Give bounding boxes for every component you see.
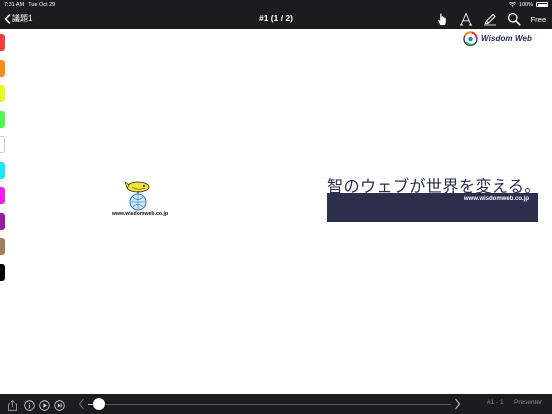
color-swatch[interactable] [0, 110, 5, 128]
brand-name: Wisdom Web [481, 33, 533, 43]
info-button[interactable] [24, 398, 35, 411]
play-button[interactable] [39, 398, 50, 411]
brand-logo: Wisdom Web [463, 29, 543, 47]
color-palette [0, 34, 5, 289]
zoom-icon [507, 12, 521, 26]
slide-canvas[interactable]: Wisdom Web www.wisdomweb.co.jp 智のウェブが世界を… [0, 29, 552, 394]
highlighter-icon [483, 13, 496, 26]
color-swatch[interactable] [0, 34, 5, 51]
nav-bar: 議題1 #1 (1 / 2) Free [0, 9, 552, 29]
color-swatch[interactable] [0, 136, 5, 153]
chevron-right-icon[interactable] [454, 398, 461, 410]
nav-toolbar: Free [435, 11, 546, 27]
wifi-icon [508, 2, 516, 7]
presenter-button[interactable]: Presenter [514, 399, 542, 406]
banner-url: www.wisdomweb.co.jp [463, 196, 529, 202]
pointer-tool-button[interactable] [435, 12, 449, 26]
color-swatch[interactable] [0, 161, 5, 179]
info-icon [24, 400, 35, 411]
bottom-toolbar: #1 - 1 Presenter [0, 394, 552, 414]
status-date: Tue Oct 29 [28, 1, 56, 8]
chevron-left-icon [4, 13, 11, 24]
chevron-left-icon[interactable] [78, 398, 85, 410]
status-bar: 7:31 AM Tue Oct 29 100% [0, 0, 552, 9]
share-icon [8, 400, 17, 411]
color-swatch[interactable] [0, 59, 5, 77]
skip-to-end-icon [54, 400, 65, 411]
status-time: 7:31 AM [4, 1, 25, 8]
highlighter-tool-button[interactable] [483, 12, 497, 26]
slider-track[interactable] [88, 403, 451, 405]
hand-pointer-icon [437, 13, 446, 25]
text-tool-button[interactable] [459, 12, 473, 26]
battery-icon [536, 2, 548, 7]
mascot-url: www.wisdomweb.co.jp [111, 211, 169, 217]
brand-mark-icon [463, 30, 478, 46]
text-icon [459, 12, 472, 26]
status-right: 100% [508, 1, 548, 8]
color-swatch[interactable] [0, 212, 5, 230]
color-swatch[interactable] [0, 187, 5, 204]
zoom-tool-button[interactable] [507, 12, 521, 26]
slider-thumb[interactable] [93, 398, 106, 410]
color-swatch[interactable] [0, 238, 5, 255]
color-swatch[interactable] [0, 85, 5, 102]
back-button[interactable]: 議題1 [4, 12, 32, 25]
url-banner: www.wisdomweb.co.jp [327, 193, 538, 222]
free-mode-button[interactable]: Free [531, 15, 546, 24]
skip-to-end-button[interactable] [54, 398, 65, 411]
play-icon [39, 400, 50, 411]
back-label: 議題1 [12, 14, 33, 23]
page-slider[interactable] [78, 397, 461, 411]
color-swatch[interactable] [0, 263, 5, 281]
page-indicator: #1 - 1 [487, 399, 504, 406]
share-button[interactable] [7, 398, 18, 411]
battery-percent: 100% [518, 1, 533, 8]
